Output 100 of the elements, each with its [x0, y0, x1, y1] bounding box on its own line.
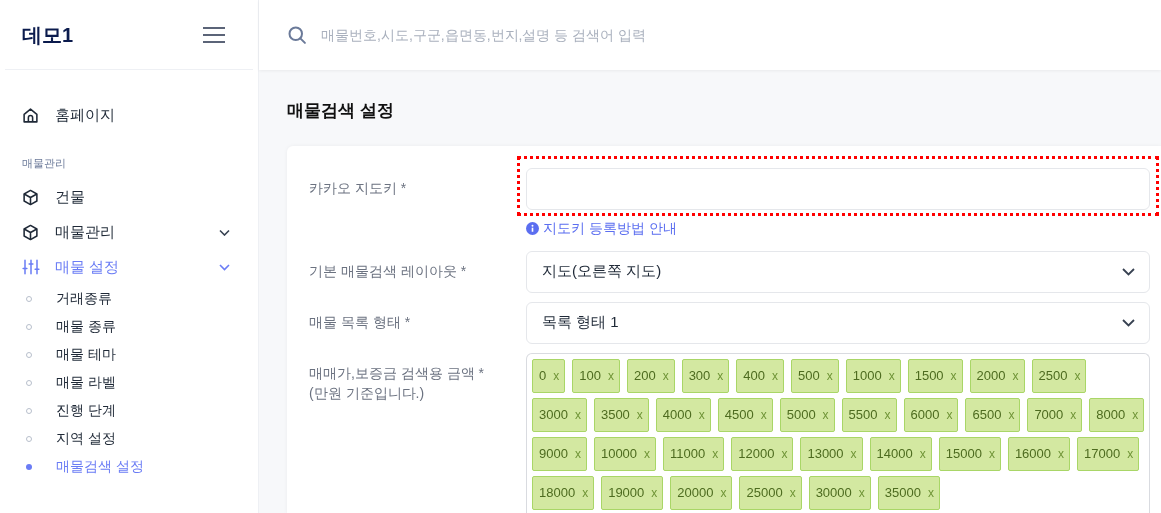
- sidebar-item[interactable]: 홈페이지: [0, 98, 258, 133]
- search-icon: [287, 25, 307, 45]
- tag: 8000 x: [1089, 397, 1145, 432]
- remove-tag-button[interactable]: x: [760, 405, 767, 424]
- sidebar-item[interactable]: 매물 설정: [0, 249, 258, 285]
- tag: 20000 x: [670, 475, 733, 510]
- remove-tag-button[interactable]: x: [698, 405, 705, 424]
- remove-tag-button[interactable]: x: [789, 483, 796, 502]
- remove-tag-button[interactable]: x: [858, 483, 865, 502]
- remove-tag-button[interactable]: x: [1070, 405, 1077, 424]
- remove-tag-button[interactable]: x: [988, 444, 995, 463]
- tag: 11000 x: [663, 436, 725, 471]
- tag: 16000 x: [1007, 436, 1071, 471]
- cube-icon: [22, 223, 39, 241]
- tag: 30000 x: [808, 475, 871, 510]
- chevron-icon: [219, 263, 230, 271]
- tag: 4000 x: [655, 397, 711, 432]
- tag-input-field[interactable]: [526, 352, 1150, 513]
- tag: 300 x: [681, 358, 730, 393]
- remove-tag-button[interactable]: x: [1058, 444, 1065, 463]
- submenu-item[interactable]: 진행 단계: [0, 396, 258, 425]
- remove-tag-button[interactable]: x: [850, 444, 857, 463]
- text-field[interactable]: [526, 167, 1150, 210]
- remove-tag-button[interactable]: x: [1008, 405, 1015, 424]
- tag: 6000 x: [903, 397, 959, 432]
- remove-tag-button[interactable]: x: [574, 405, 581, 424]
- tag: 400 x: [736, 358, 785, 393]
- tag: 25000 x: [739, 475, 802, 510]
- remove-tag-button[interactable]: x: [607, 366, 614, 385]
- field-label: 카카오 지도키 *: [309, 178, 407, 198]
- remove-tag-button[interactable]: x: [720, 483, 727, 502]
- tag: 5500 x: [841, 397, 897, 432]
- chevron-icon: [219, 228, 230, 236]
- submenu-item[interactable]: 매물검색 설정: [0, 452, 258, 481]
- tag: 15000 x: [938, 436, 1001, 471]
- help-link[interactable]: 지도키 등록방법 안내: [526, 217, 677, 239]
- tag: 5000 x: [779, 397, 835, 432]
- tag: 3500 x: [593, 397, 649, 432]
- submenu-item[interactable]: 지역 설정: [0, 424, 258, 453]
- tag: 10000 x: [593, 436, 657, 471]
- remove-tag-button[interactable]: x: [717, 366, 724, 385]
- sliders-icon: [22, 258, 40, 276]
- remove-tag-button[interactable]: x: [1074, 366, 1081, 385]
- chevron-icon: [1122, 267, 1135, 276]
- remove-tag-button[interactable]: x: [1132, 405, 1139, 424]
- remove-tag-button[interactable]: x: [772, 366, 779, 385]
- home-icon: [22, 107, 39, 124]
- tag: 0 x: [532, 358, 566, 393]
- field-label: 기본 매물검색 레이아웃 *: [309, 261, 467, 281]
- remove-tag-button[interactable]: x: [884, 405, 891, 424]
- remove-tag-button[interactable]: x: [582, 483, 589, 502]
- remove-tag-button[interactable]: x: [662, 366, 669, 385]
- submenu-item[interactable]: 거래종류: [0, 284, 258, 313]
- sidebar-item[interactable]: 매물관리: [0, 214, 258, 250]
- chevron-icon: [1122, 318, 1135, 327]
- select-field[interactable]: 지도(오른쪽 지도): [526, 250, 1150, 293]
- tag: 500 x: [791, 358, 839, 393]
- field-label: 매매가,보증금 검색용 금액 *: [309, 363, 484, 383]
- tag: 200 x: [626, 358, 675, 393]
- remove-tag-button[interactable]: x: [927, 483, 934, 502]
- submenu-item[interactable]: 매물 종류: [0, 312, 258, 341]
- remove-tag-button[interactable]: x: [574, 444, 581, 463]
- remove-tag-button[interactable]: x: [644, 444, 651, 463]
- remove-tag-button[interactable]: x: [826, 366, 833, 385]
- tag: 18000 x: [532, 475, 595, 510]
- tag: 12000 x: [731, 436, 794, 471]
- tag: 2500 x: [1031, 358, 1087, 393]
- remove-tag-button[interactable]: x: [888, 366, 895, 385]
- tag: 35000 x: [877, 475, 940, 510]
- tag: 4500 x: [717, 397, 773, 432]
- cube-icon: [22, 188, 39, 206]
- tag: 100 x: [572, 358, 620, 393]
- tag: 19000 x: [601, 475, 664, 510]
- page-title: 매물검색 설정: [286, 100, 395, 122]
- remove-tag-button[interactable]: x: [1127, 444, 1134, 463]
- remove-tag-button[interactable]: x: [712, 444, 719, 463]
- tag: 1500 x: [907, 358, 963, 393]
- tag: 1000 x: [845, 358, 901, 393]
- field-label: 매물 목록 형태 *: [309, 312, 411, 332]
- remove-tag-button[interactable]: x: [950, 366, 957, 385]
- remove-tag-button[interactable]: x: [553, 366, 560, 385]
- menu-button[interactable]: [203, 26, 225, 43]
- remove-tag-button[interactable]: x: [1012, 366, 1019, 385]
- remove-tag-button[interactable]: x: [651, 483, 658, 502]
- sidebar-item[interactable]: 건물: [0, 179, 258, 215]
- info-icon: [526, 221, 539, 235]
- remove-tag-button[interactable]: x: [822, 405, 829, 424]
- remove-tag-button[interactable]: x: [636, 405, 643, 424]
- submenu-item[interactable]: 매물 라벨: [0, 368, 258, 397]
- section-label: 매물관리: [21, 156, 67, 171]
- submenu-item[interactable]: 매물 테마: [0, 340, 258, 369]
- tag: 14000 x: [869, 436, 932, 471]
- select-field[interactable]: 목록 형태 1: [526, 301, 1150, 344]
- logo: 데모1: [22, 22, 74, 48]
- tag: 17000 x: [1077, 436, 1140, 471]
- remove-tag-button[interactable]: x: [946, 405, 953, 424]
- field-note: (만원 기준입니다.): [309, 383, 425, 403]
- tag: 6500 x: [965, 397, 1021, 432]
- remove-tag-button[interactable]: x: [781, 444, 788, 463]
- remove-tag-button[interactable]: x: [919, 444, 926, 463]
